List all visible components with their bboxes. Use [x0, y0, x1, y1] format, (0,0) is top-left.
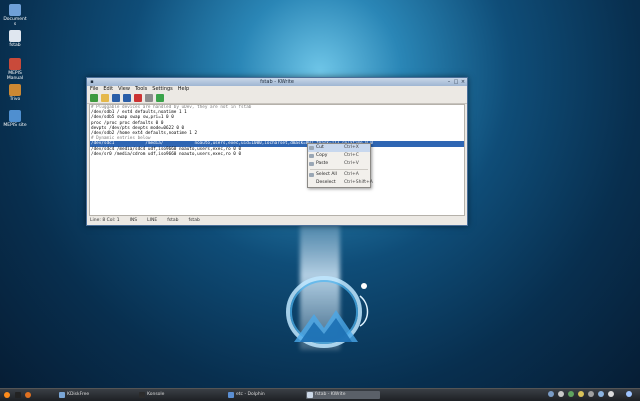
menu-help[interactable]: Help	[178, 86, 189, 93]
menu-item-cut[interactable]: Cut Ctrl+X	[308, 144, 370, 152]
menu-item-shortcut: Ctrl+X	[344, 145, 359, 150]
minimize-icon[interactable]: –	[446, 79, 452, 85]
menu-item-label: Select All	[316, 172, 337, 177]
desktop-file-icon	[9, 110, 21, 122]
select-all-icon	[309, 173, 314, 177]
task-app-icon	[59, 392, 65, 398]
taskbar-task[interactable]: fstab - KWrite	[306, 391, 380, 399]
line-mode: LINE	[147, 218, 158, 223]
menu-settings[interactable]: Settings	[152, 86, 173, 93]
window-title: fstab - KWrite	[260, 79, 294, 85]
toolbar	[87, 93, 467, 104]
task-app-icon	[139, 392, 145, 398]
menu-edit[interactable]: Edit	[103, 86, 113, 93]
menu-item-label: Deselect	[316, 180, 336, 185]
battery-icon[interactable]	[588, 391, 594, 397]
window-menu-icon[interactable]: ▪	[89, 79, 95, 85]
editor-line[interactable]: /dev/sr0 /media/cdrom udf,iso9660 noauto…	[90, 152, 464, 157]
task-label: KDiskFree	[67, 392, 90, 397]
menu-item-label: Cut	[316, 145, 324, 150]
file-name: fstab	[188, 218, 200, 223]
desktop-icon[interactable]: MEPIS Manual	[2, 58, 28, 81]
save-icon[interactable]	[112, 94, 120, 102]
mepis-logo-icon	[286, 276, 369, 348]
desktop-icon-label: MEPIS Manual	[6, 71, 24, 81]
kwrite-window: ▪ fstab - KWrite – □ × File Edit View Tools…	[86, 77, 468, 226]
task-label: fstab - KWrite	[315, 392, 346, 397]
save-as-icon[interactable]	[123, 94, 131, 102]
undo-icon[interactable]	[145, 94, 153, 102]
desktop-file-icon	[9, 4, 21, 16]
menu-view[interactable]: View	[118, 86, 130, 93]
open-icon[interactable]	[101, 94, 109, 102]
task-app-icon	[228, 392, 234, 398]
new-icon[interactable]	[90, 94, 98, 102]
menu-separator	[310, 169, 368, 170]
cut-icon	[309, 146, 314, 150]
clipboard-icon[interactable]	[578, 391, 584, 397]
network-icon[interactable]	[548, 391, 554, 397]
taskbar-task[interactable]: etc - Dolphin	[227, 391, 301, 399]
taskbar-task[interactable]: KDiskFree	[58, 391, 132, 399]
cursor-position: Line: 8 Col: 1	[90, 218, 120, 223]
text-editor[interactable]: # Pluggable devices are handled by uDev,…	[89, 104, 465, 216]
desktop-icon-label: fstab	[9, 43, 21, 48]
desktop-file-icon	[9, 58, 21, 70]
desktop-icon-label: MEPIS site	[3, 123, 27, 128]
menu-item-deselect[interactable]: Deselect Ctrl+Shift+A	[308, 179, 373, 187]
desktop-file-icon	[9, 84, 21, 96]
menu-item-label: Paste	[316, 161, 329, 166]
menu-file[interactable]: File	[90, 86, 98, 93]
menu-item-select-all[interactable]: Select All Ctrl+A	[308, 171, 370, 179]
terminal-launcher-icon[interactable]	[14, 391, 22, 399]
volume-icon[interactable]	[558, 391, 564, 397]
task-label: Konsole	[147, 392, 165, 397]
desktop-icon[interactable]: Trivo	[2, 84, 28, 102]
menu-item-label: Copy	[316, 153, 328, 158]
desktop-icon[interactable]: MEPIS site	[2, 110, 28, 128]
insert-mode[interactable]: INS	[130, 216, 138, 225]
desktop-icon-label: Document s	[3, 17, 27, 27]
desktop-icon[interactable]: fstab	[2, 30, 28, 48]
copy-icon	[309, 154, 314, 158]
browser-launcher-icon[interactable]	[24, 391, 32, 399]
device-notifier-icon[interactable]	[608, 391, 614, 397]
desktop-icon-label: Trivo	[9, 97, 21, 102]
menu-item-shortcut: Ctrl+V	[344, 161, 359, 166]
desktop-icon[interactable]: Document s	[2, 4, 28, 27]
kickoff-launcher-icon[interactable]	[2, 391, 12, 399]
menu-item-shortcut: Ctrl+A	[344, 172, 359, 177]
menu-bar: File Edit View Tools Settings Help	[87, 86, 467, 93]
taskbar: KDiskFree Konsole etc - Dolphin fstab - KWr…	[0, 388, 640, 401]
title-bar[interactable]: ▪ fstab - KWrite – □ ×	[87, 78, 467, 86]
status-bar: Line: 8 Col: 1 INS LINE fstab fstab	[87, 216, 467, 225]
menu-tools[interactable]: Tools	[135, 86, 147, 93]
file-type: fstab	[167, 218, 179, 223]
task-label: etc - Dolphin	[236, 392, 265, 397]
close-icon[interactable]	[134, 94, 142, 102]
redo-icon[interactable]	[156, 94, 164, 102]
show-desktop-icon[interactable]	[626, 391, 632, 397]
context-menu: Cut Ctrl+X Copy Ctrl+C Paste Ctrl+V Select All…	[307, 143, 373, 188]
menu-item-shortcut: Ctrl+Shift+A	[344, 180, 373, 185]
menu-item-copy[interactable]: Copy Ctrl+C	[308, 152, 370, 160]
menu-item-shortcut: Ctrl+C	[344, 153, 359, 158]
paste-icon	[309, 162, 314, 166]
task-app-icon	[307, 392, 313, 398]
update-icon[interactable]	[568, 391, 574, 397]
notifications-icon[interactable]	[598, 391, 604, 397]
taskbar-task[interactable]: Konsole	[138, 391, 212, 399]
maximize-icon[interactable]: □	[453, 79, 459, 85]
desktop-file-icon	[9, 30, 21, 42]
menu-item-paste[interactable]: Paste Ctrl+V	[308, 160, 370, 168]
close-window-icon[interactable]: ×	[460, 79, 466, 85]
